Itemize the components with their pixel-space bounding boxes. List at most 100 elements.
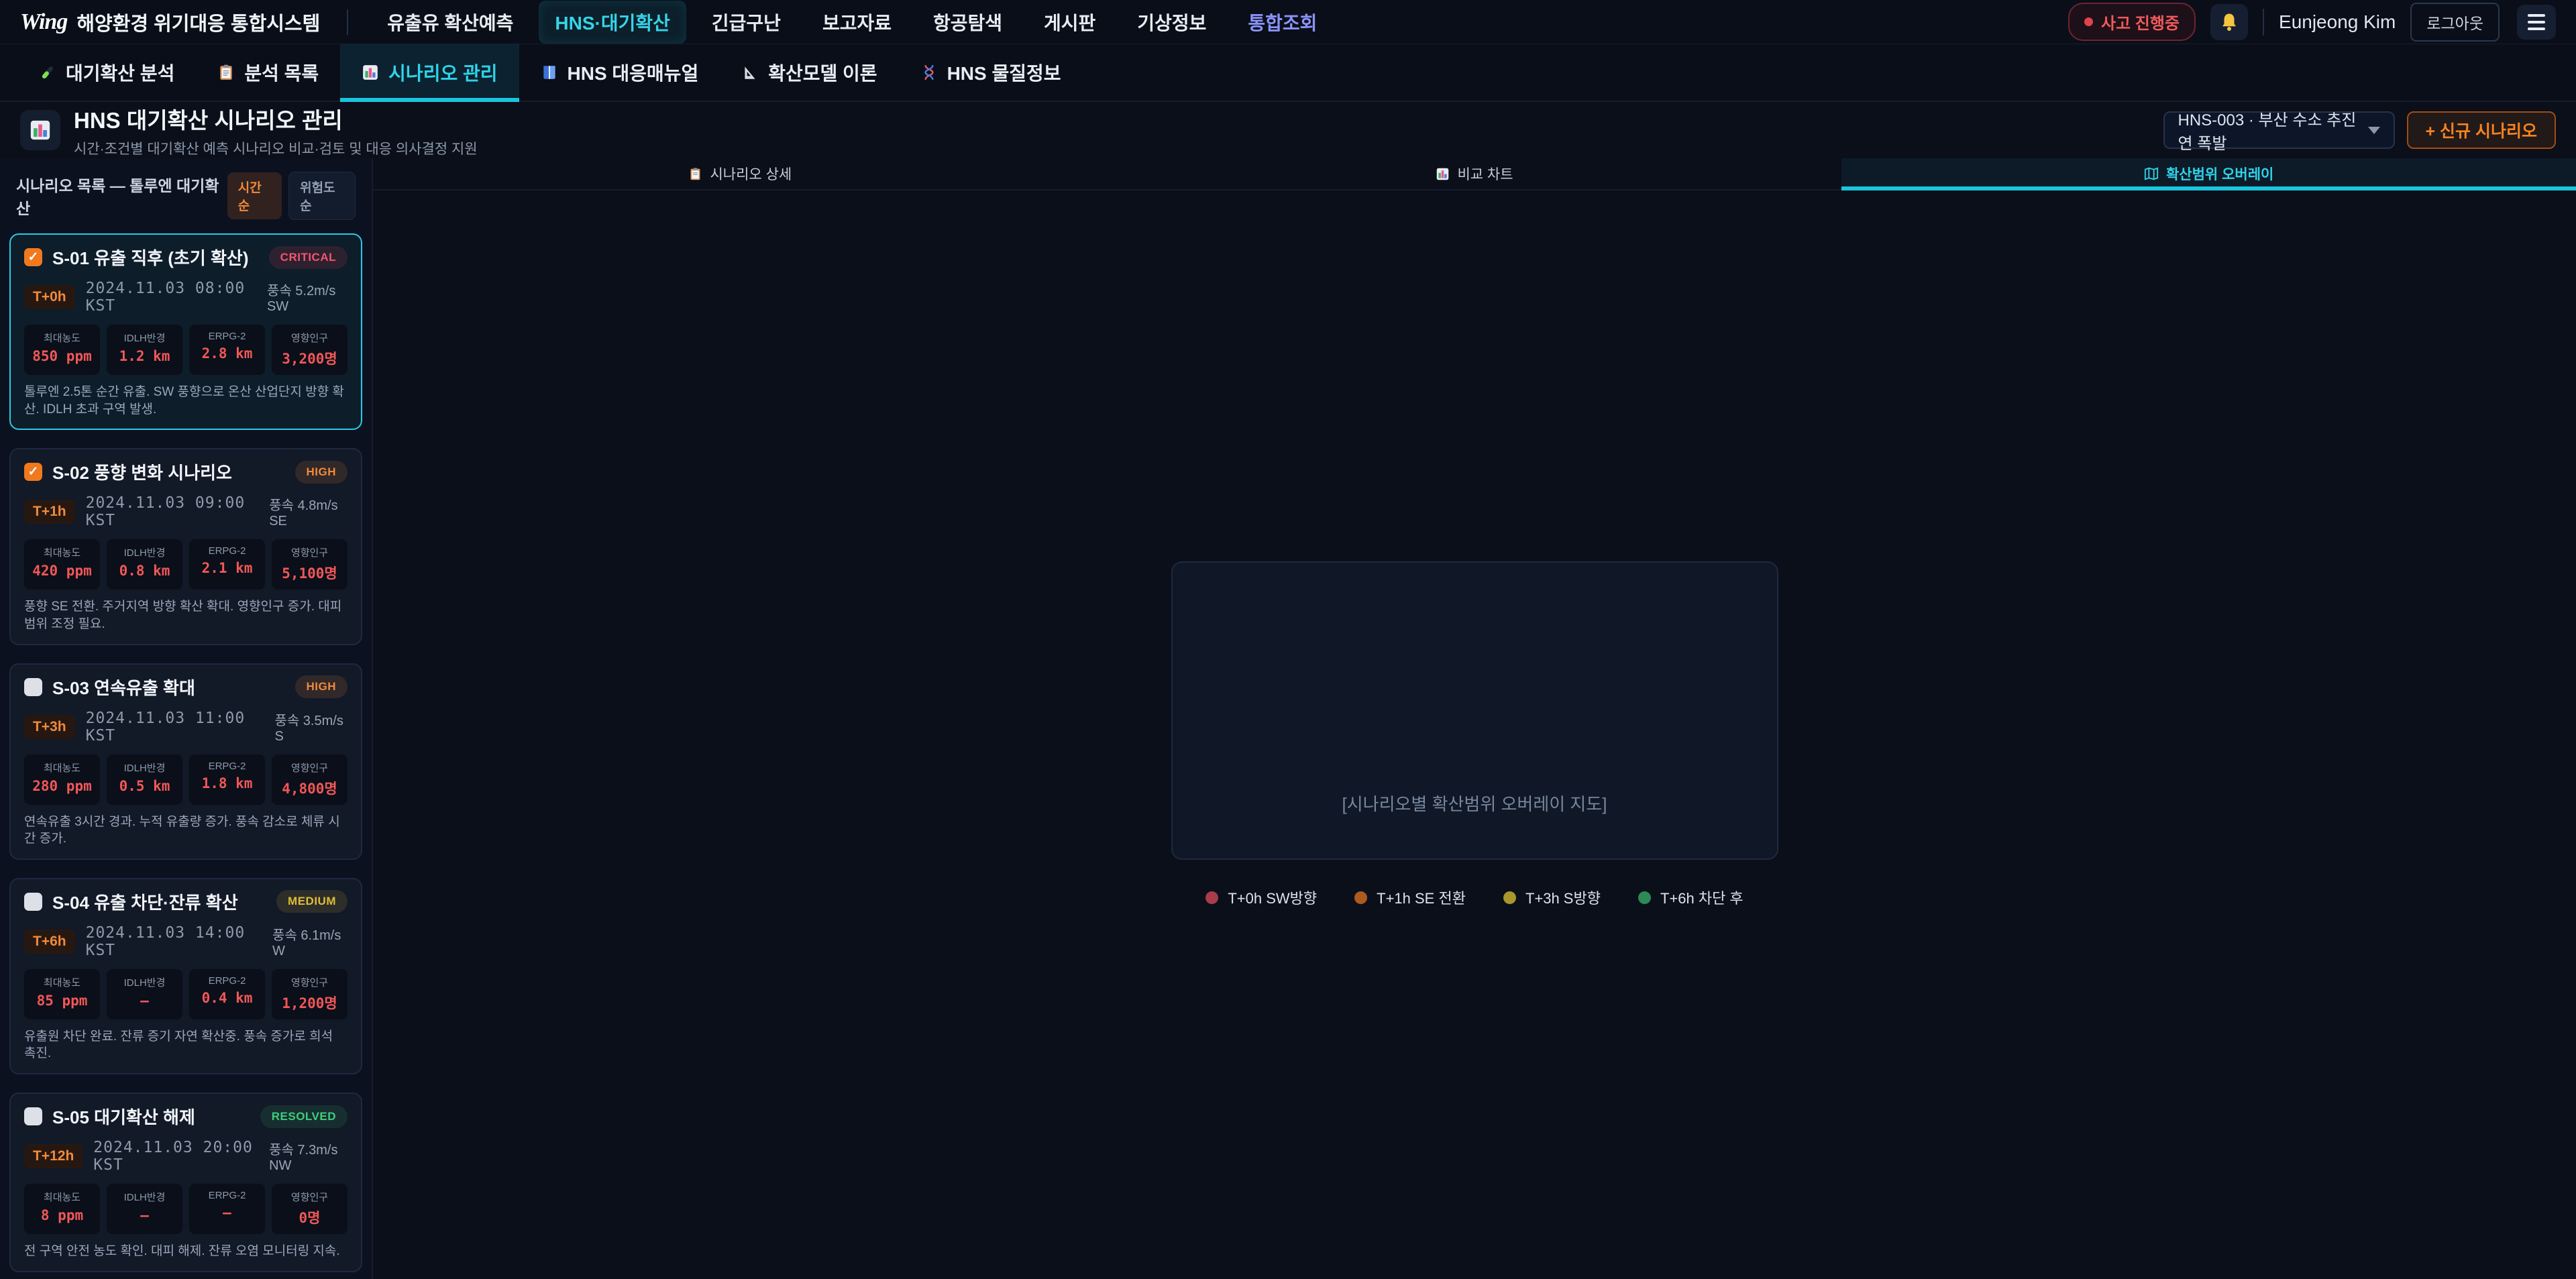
- legend-item-t6h: T+6h 차단 후: [1638, 887, 1743, 908]
- nav-item-integrated-search[interactable]: 통합조회: [1232, 1, 1333, 44]
- sort-by-risk-button[interactable]: 위험도순: [288, 172, 356, 220]
- logout-button[interactable]: 로그아웃: [2410, 3, 2500, 42]
- tab-model-theory[interactable]: 확산모델 이론: [720, 44, 898, 101]
- nav-item-rescue[interactable]: 긴급구난: [696, 1, 797, 44]
- overlay-view: [시나리오별 확산범위 오버레이 지도] T+0h SW방향 T+1h SE 전…: [373, 190, 2576, 1279]
- stat-idlh-radius: IDLH반경1.2 km: [107, 325, 182, 375]
- clipboard-icon: [217, 64, 235, 81]
- nav-item-board[interactable]: 게시판: [1028, 1, 1112, 44]
- sort-by-time-button[interactable]: 시간순: [227, 172, 282, 219]
- clipboard-icon: [688, 167, 702, 181]
- scenario-checkbox[interactable]: [24, 678, 42, 696]
- top-nav: Wing 해양환경 위기대응 통합시스템 유출유 확산예측 HNS·대기확산 긴…: [0, 0, 2576, 44]
- scenario-card-s05[interactable]: S-05 대기확산 해제 RESOLVED T+12h 2024.11.03 2…: [9, 1093, 362, 1272]
- legend-item-t1h: T+1h SE 전환: [1354, 887, 1466, 908]
- brand-title: 해양환경 위기대응 통합시스템: [76, 8, 320, 36]
- stat-erpg2: ERPG-2–: [189, 1184, 265, 1234]
- scenario-checkbox[interactable]: [24, 893, 42, 911]
- bar-chart-icon: [1436, 167, 1450, 181]
- dna-icon: [920, 64, 938, 81]
- bell-icon: [2219, 12, 2239, 32]
- risk-badge: RESOLVED: [260, 1105, 347, 1128]
- time-offset-chip: T+1h: [24, 500, 75, 524]
- wind-info: 풍속 3.5m/s S: [274, 710, 347, 744]
- tab-hns-substance-info[interactable]: HNS 물질정보: [899, 44, 1083, 101]
- risk-badge: MEDIUM: [276, 890, 347, 913]
- scenario-title: S-02 풍향 변화 시나리오: [52, 459, 285, 484]
- stat-max-concentration: 최대농도85 ppm: [24, 969, 100, 1019]
- incident-badge-label: 사고 진행중: [2101, 10, 2180, 34]
- stat-erpg2: ERPG-20.4 km: [189, 969, 265, 1019]
- stat-max-concentration: 최대농도280 ppm: [24, 755, 100, 805]
- nav-item-air-search[interactable]: 항공탐색: [917, 1, 1018, 44]
- stat-erpg2: ERPG-22.1 km: [189, 539, 265, 590]
- top-right-cluster: 사고 진행중 Eunjeong Kim 로그아웃: [2068, 3, 2556, 42]
- tab-comparison-chart[interactable]: 비교 차트: [1108, 158, 1842, 189]
- nav-item-hns-dispersion[interactable]: HNS·대기확산: [539, 1, 686, 44]
- stat-erpg2: ERPG-21.8 km: [189, 755, 265, 805]
- scenario-checkbox[interactable]: [24, 1107, 42, 1125]
- scenario-description: 유출원 차단 완료. 잔류 증기 자연 확산중. 풍속 증가로 희석 촉진.: [24, 1028, 347, 1062]
- stat-affected-population: 영향인구1,200명: [272, 969, 347, 1019]
- wind-info: 풍속 4.8m/s SE: [269, 494, 347, 529]
- legend-item-t3h: T+3h S방향: [1503, 887, 1601, 908]
- bar-chart-icon: [362, 64, 379, 81]
- legend-dot-icon: [1354, 891, 1367, 904]
- module-tabbar: 대기확산 분석 분석 목록 시나리오 관리 HNS 대응매뉴얼 확산모델 이론 …: [0, 44, 2576, 102]
- legend-dot-icon: [1205, 891, 1218, 904]
- stat-affected-population: 영향인구0명: [272, 1184, 347, 1234]
- scenario-datetime: 2024.11.03 11:00 KST: [86, 710, 264, 744]
- tab-scenario-management[interactable]: 시나리오 관리: [340, 44, 519, 101]
- stat-max-concentration: 최대농도8 ppm: [24, 1184, 100, 1234]
- hamburger-menu-button[interactable]: [2517, 5, 2556, 40]
- scenario-datetime: 2024.11.03 14:00 KST: [86, 924, 262, 959]
- new-scenario-button[interactable]: + 신규 시나리오: [2407, 111, 2557, 149]
- scenario-description: 풍향 SE 전환. 주거지역 방향 확산 확대. 영향인구 증가. 대피 범위 …: [24, 598, 347, 632]
- overlay-map[interactable]: [시나리오별 확산범위 오버레이 지도]: [1171, 561, 1778, 860]
- username: Eunjeong Kim: [2279, 11, 2396, 33]
- stat-idlh-radius: IDLH반경–: [107, 969, 182, 1019]
- scenario-description: 톨루엔 2.5톤 순간 유출. SW 풍향으로 온산 산업단지 방향 확산. I…: [24, 384, 347, 418]
- sidebar-title: 시나리오 목록 — 톨루엔 대기확산: [16, 173, 221, 219]
- stat-affected-population: 영향인구3,200명: [272, 325, 347, 375]
- sidebar-header: 시나리오 목록 — 톨루엔 대기확산 시간순 위험도순: [0, 158, 372, 231]
- ruler-icon: [741, 64, 759, 81]
- page-subtitle: 시간·조건별 대기확산 예측 시나리오 비교·검토 및 대응 의사결정 지원: [74, 138, 478, 158]
- top-divider: [2263, 9, 2264, 36]
- chevron-down-icon: [2368, 127, 2380, 134]
- nav-item-oil-spill[interactable]: 유출유 확산예측: [371, 1, 529, 44]
- incident-dot-icon: [2084, 17, 2093, 26]
- stat-max-concentration: 최대농도850 ppm: [24, 325, 100, 375]
- risk-badge: HIGH: [295, 675, 348, 698]
- notification-button[interactable]: [2210, 4, 2248, 40]
- scenario-card-s04[interactable]: S-04 유출 차단·잔류 확산 MEDIUM T+6h 2024.11.03 …: [9, 878, 362, 1074]
- scenario-card-s01[interactable]: S-01 유출 직후 (초기 확산) CRITICAL T+0h 2024.11…: [9, 233, 362, 430]
- tab-dispersion-overlay[interactable]: 확산범위 오버레이: [1841, 158, 2576, 189]
- scenario-title: S-05 대기확산 해제: [52, 1104, 250, 1129]
- incident-select[interactable]: HNS-003 · 부산 수소 추진연 폭발: [2163, 111, 2395, 149]
- bar-chart-icon: [29, 119, 52, 142]
- stat-max-concentration: 최대농도420 ppm: [24, 539, 100, 590]
- legend-dot-icon: [1638, 891, 1651, 904]
- scenario-title: S-04 유출 차단·잔류 확산: [52, 889, 266, 914]
- incident-select-value: HNS-003 · 부산 수소 추진연 폭발: [2178, 107, 2359, 154]
- time-offset-chip: T+6h: [24, 930, 75, 954]
- scenario-card-s03[interactable]: S-03 연속유출 확대 HIGH T+3h 2024.11.03 11:00 …: [9, 663, 362, 860]
- incident-status-badge: 사고 진행중: [2068, 3, 2196, 41]
- tab-analysis-list[interactable]: 분석 목록: [196, 44, 340, 101]
- book-icon: [541, 64, 558, 81]
- tab-scenario-detail[interactable]: 시나리오 상세: [373, 158, 1108, 189]
- time-offset-chip: T+3h: [24, 715, 75, 739]
- scenario-checkbox[interactable]: [24, 248, 42, 266]
- scenario-checkbox[interactable]: [24, 463, 42, 481]
- page-title: HNS 대기확산 시나리오 관리: [74, 103, 478, 135]
- nav-item-reports[interactable]: 보고자료: [806, 1, 908, 44]
- scenario-card-list: S-01 유출 직후 (초기 확산) CRITICAL T+0h 2024.11…: [0, 231, 372, 1279]
- scenario-description: 전 구역 안전 농도 확인. 대피 해제. 잔류 오염 모니터링 지속.: [24, 1243, 347, 1260]
- scenario-title: S-03 연속유출 확대: [52, 675, 285, 700]
- scenario-description: 연속유출 3시간 경과. 누적 유출량 증가. 풍속 감소로 체류 시간 증가.: [24, 814, 347, 848]
- nav-item-weather[interactable]: 기상정보: [1121, 1, 1222, 44]
- tab-hns-manual[interactable]: HNS 대응매뉴얼: [519, 44, 720, 101]
- scenario-card-s02[interactable]: S-02 풍향 변화 시나리오 HIGH T+1h 2024.11.03 09:…: [9, 448, 362, 645]
- tab-dispersion-analysis[interactable]: 대기확산 분석: [17, 44, 196, 101]
